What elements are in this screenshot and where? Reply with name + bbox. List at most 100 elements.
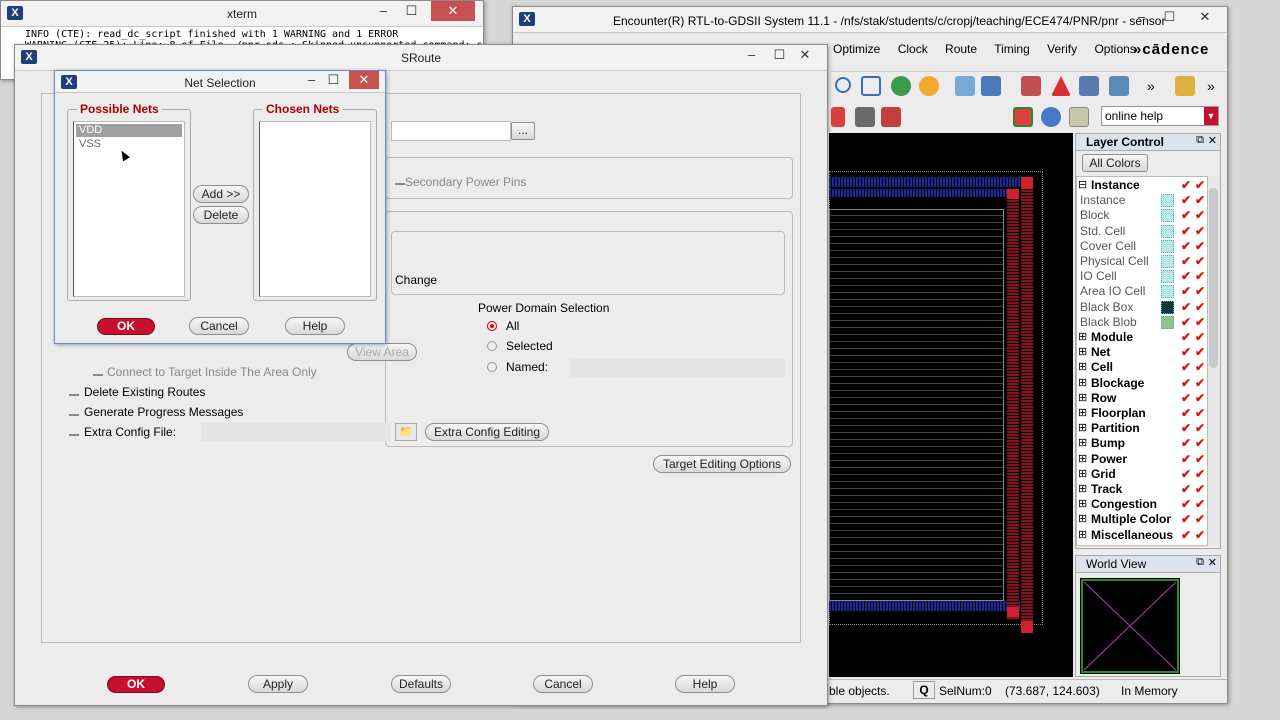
layer-color-swatch[interactable] bbox=[1161, 209, 1174, 223]
net-selection-ok-button[interactable]: OK bbox=[97, 318, 155, 335]
menu-verify[interactable]: Verify bbox=[1047, 42, 1077, 56]
float-icon[interactable]: ⧉ bbox=[1196, 556, 1204, 569]
power-domain-named-input[interactable] bbox=[571, 359, 785, 377]
minimize-icon[interactable]: ‒ bbox=[738, 45, 765, 65]
maximize-icon[interactable]: ☐ bbox=[320, 71, 347, 89]
folder-icon[interactable]: 📁 bbox=[395, 423, 417, 441]
layer-visible-checkbox[interactable]: ✔ bbox=[1181, 482, 1193, 496]
close-icon[interactable]: ✕ bbox=[431, 1, 475, 21]
layer-visible-checkbox[interactable]: ✔ bbox=[1181, 239, 1193, 253]
extra-config-input[interactable] bbox=[201, 423, 391, 441]
refresh-icon[interactable] bbox=[891, 76, 911, 96]
layer-selectable-checkbox[interactable]: ✔ bbox=[1195, 376, 1207, 390]
table-icon[interactable] bbox=[1079, 76, 1099, 96]
maximize-icon[interactable]: ☐ bbox=[398, 1, 425, 21]
layer-selectable-checkbox[interactable]: ✔ bbox=[1195, 467, 1207, 481]
power-domain-named-radio[interactable] bbox=[487, 362, 497, 372]
encounter-titlebar[interactable]: X Encounter(R) RTL-to-GDSII System 11.1 … bbox=[513, 7, 1227, 33]
layer-selectable-checkbox[interactable]: ✔ bbox=[1195, 512, 1207, 526]
place-icon[interactable] bbox=[981, 76, 1001, 96]
highlight-icon[interactable] bbox=[881, 107, 901, 127]
power-domain-selected-radio[interactable] bbox=[487, 341, 497, 351]
sroute-apply-button[interactable]: Apply bbox=[248, 675, 308, 693]
layer-selectable-checkbox[interactable]: ✔ bbox=[1195, 345, 1207, 359]
progress-messages-checkbox[interactable] bbox=[69, 410, 79, 416]
more-icon[interactable]: » bbox=[1207, 78, 1215, 94]
list-item[interactable]: VDD bbox=[76, 124, 182, 137]
close-icon[interactable]: ✕ bbox=[349, 71, 379, 89]
layer-color-swatch[interactable] bbox=[1161, 239, 1174, 253]
possible-nets-list[interactable]: VDD VSS bbox=[73, 121, 185, 297]
net-selection-titlebar[interactable]: X Net Selection ‒ ☐ ✕ bbox=[55, 71, 385, 93]
layer-row[interactable]: ⊞ Miscellaneous ✔ ✔ bbox=[1077, 527, 1215, 544]
chosen-nets-list[interactable] bbox=[259, 121, 371, 297]
layer-visible-checkbox[interactable]: ✔ bbox=[1181, 208, 1193, 222]
layer-selectable-checkbox[interactable]: ✔ bbox=[1195, 482, 1207, 496]
list-item[interactable]: VSS bbox=[76, 138, 182, 151]
layer-selectable-checkbox[interactable]: ✔ bbox=[1195, 360, 1207, 374]
layer-color-swatch[interactable] bbox=[1161, 285, 1174, 299]
layer-selectable-checkbox[interactable]: ✔ bbox=[1195, 315, 1207, 329]
layer-visible-checkbox[interactable]: ✔ bbox=[1181, 497, 1193, 511]
layer-visible-checkbox[interactable]: ✔ bbox=[1181, 224, 1193, 238]
maximize-icon[interactable]: ☐ bbox=[1156, 7, 1183, 27]
delete-routes-checkbox[interactable] bbox=[69, 390, 79, 396]
expand-icon[interactable]: ⊞ bbox=[1078, 527, 1087, 544]
menu-options[interactable]: Options bbox=[1094, 42, 1135, 56]
float-icon[interactable]: ⧉ bbox=[1196, 134, 1204, 147]
all-colors-button[interactable]: All Colors bbox=[1082, 154, 1148, 172]
layer-selectable-checkbox[interactable]: ✔ bbox=[1195, 269, 1207, 283]
layer-selectable-checkbox[interactable]: ✔ bbox=[1195, 436, 1207, 450]
layer-visible-checkbox[interactable]: ✔ bbox=[1181, 193, 1193, 207]
zoom-icon[interactable] bbox=[835, 77, 851, 93]
menu-optimize[interactable]: Optimize bbox=[833, 42, 880, 56]
close-icon[interactable]: ✕ bbox=[783, 45, 827, 65]
layer-color-swatch[interactable] bbox=[1161, 315, 1174, 329]
extra-config-editing-button[interactable]: Extra Config Editing bbox=[425, 423, 549, 441]
menu-clock[interactable]: Clock bbox=[898, 42, 928, 56]
menu-route[interactable]: Route bbox=[945, 42, 977, 56]
close-icon[interactable]: ✕ bbox=[1208, 556, 1217, 569]
layer-visible-checkbox[interactable]: ✔ bbox=[1181, 528, 1193, 542]
layer-visible-checkbox[interactable]: ✔ bbox=[1181, 315, 1193, 329]
layer-selectable-checkbox[interactable]: ✔ bbox=[1195, 452, 1207, 466]
sroute-titlebar[interactable]: X SRoute ‒ ☐ ✕ bbox=[15, 45, 827, 71]
layer-visible-checkbox[interactable]: ✔ bbox=[1181, 467, 1193, 481]
design-canvas[interactable] bbox=[829, 133, 1073, 677]
layer-color-swatch[interactable] bbox=[1161, 270, 1174, 284]
minimize-icon[interactable]: ‒ bbox=[370, 1, 397, 21]
net-selection-help-button[interactable]: Help bbox=[285, 317, 345, 335]
select-icon[interactable] bbox=[831, 107, 845, 127]
layer-selectable-checkbox[interactable]: ✔ bbox=[1195, 391, 1207, 405]
layer-selectable-checkbox[interactable]: ✔ bbox=[1195, 224, 1207, 238]
layer-selectable-checkbox[interactable]: ✔ bbox=[1195, 528, 1207, 542]
view-area-button[interactable]: View Area bbox=[347, 343, 417, 361]
browse-nets-button[interactable]: ... bbox=[511, 122, 535, 140]
net-selection-cancel-button[interactable]: Cancel bbox=[189, 317, 249, 335]
redraw-icon[interactable] bbox=[919, 76, 939, 96]
layer-selectable-checkbox[interactable]: ✔ bbox=[1195, 193, 1207, 207]
layer-visible-checkbox[interactable]: ✔ bbox=[1181, 360, 1193, 374]
close-icon[interactable]: ✕ bbox=[1208, 134, 1217, 147]
add-net-button[interactable]: Add >> bbox=[193, 185, 249, 203]
sroute-ok-button[interactable]: OK bbox=[107, 676, 165, 693]
layer-selectable-checkbox[interactable]: ✔ bbox=[1195, 300, 1207, 314]
layer-list-scrollbar[interactable] bbox=[1208, 176, 1220, 546]
help-search-box[interactable]: online help ▼ bbox=[1101, 106, 1219, 126]
sroute-cancel-button[interactable]: Cancel bbox=[533, 675, 593, 693]
dropdown-arrow-icon[interactable]: ▼ bbox=[1204, 107, 1218, 125]
close-icon[interactable]: ✕ bbox=[1183, 7, 1227, 27]
layout-icon[interactable] bbox=[1013, 107, 1033, 127]
layer-visible-checkbox[interactable]: ✔ bbox=[1181, 452, 1193, 466]
extra-config-checkbox[interactable] bbox=[69, 430, 79, 436]
nets-input[interactable] bbox=[391, 121, 511, 141]
xterm-titlebar[interactable]: X xterm ‒ ☐ ✕ bbox=[1, 1, 483, 27]
layer-visible-checkbox[interactable]: ✔ bbox=[1181, 345, 1193, 359]
more-icon[interactable]: » bbox=[1147, 78, 1155, 94]
layer-visible-checkbox[interactable]: ✔ bbox=[1181, 421, 1193, 435]
zoom-fit-icon[interactable] bbox=[861, 76, 881, 96]
layer-visible-checkbox[interactable]: ✔ bbox=[1181, 376, 1193, 390]
layer-visible-checkbox[interactable]: ✔ bbox=[1181, 254, 1193, 268]
layer-selectable-checkbox[interactable]: ✔ bbox=[1195, 208, 1207, 222]
layer-selectable-checkbox[interactable]: ✔ bbox=[1195, 178, 1207, 192]
